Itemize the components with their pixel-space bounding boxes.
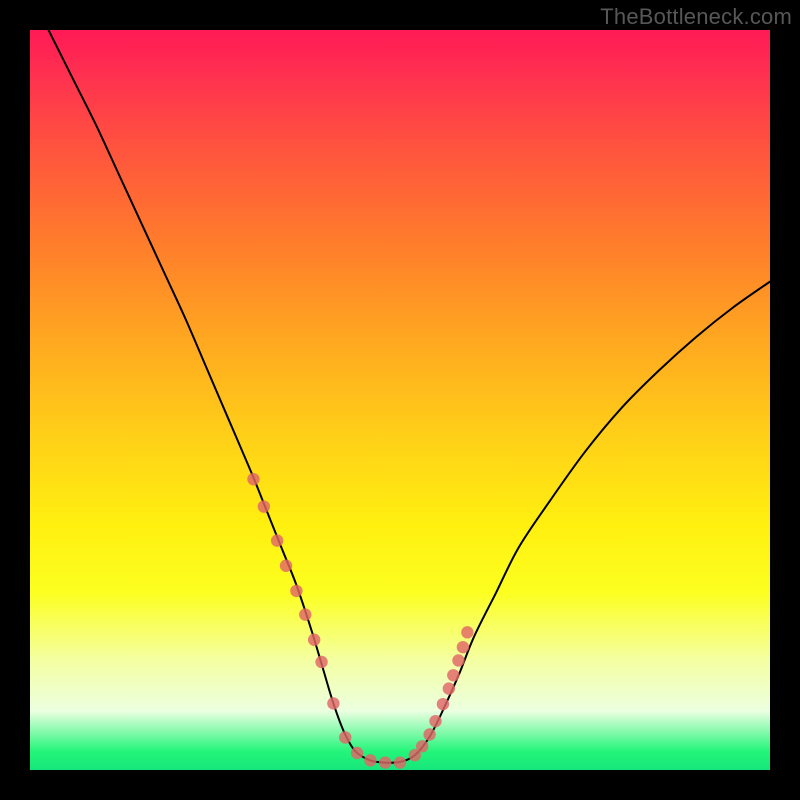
highlight-dot [258,500,270,512]
chart-frame: TheBottleneck.com [0,0,800,800]
highlight-dot [290,585,302,597]
highlight-dot [423,728,435,740]
highlight-dot [315,656,327,668]
highlight-dot [351,747,363,759]
highlight-dots [247,473,473,769]
highlight-dot [416,740,428,752]
highlight-dot [364,754,376,766]
watermark-text: TheBottleneck.com [600,4,792,30]
bottleneck-curve [30,30,770,763]
highlight-dot [461,626,473,638]
curve-svg [30,30,770,770]
highlight-dot [271,534,283,546]
highlight-dot [339,731,351,743]
highlight-dot [394,756,406,768]
highlight-dot [429,715,441,727]
highlight-dot [280,560,292,572]
highlight-dot [443,682,455,694]
highlight-dot [437,698,449,710]
highlight-dot [447,669,459,681]
highlight-dot [457,641,469,653]
highlight-dot [299,608,311,620]
highlight-dot [327,697,339,709]
highlight-dot [452,654,464,666]
highlight-dot [379,756,391,768]
plot-area [30,30,770,770]
highlight-dot [308,634,320,646]
highlight-dot [247,473,259,485]
